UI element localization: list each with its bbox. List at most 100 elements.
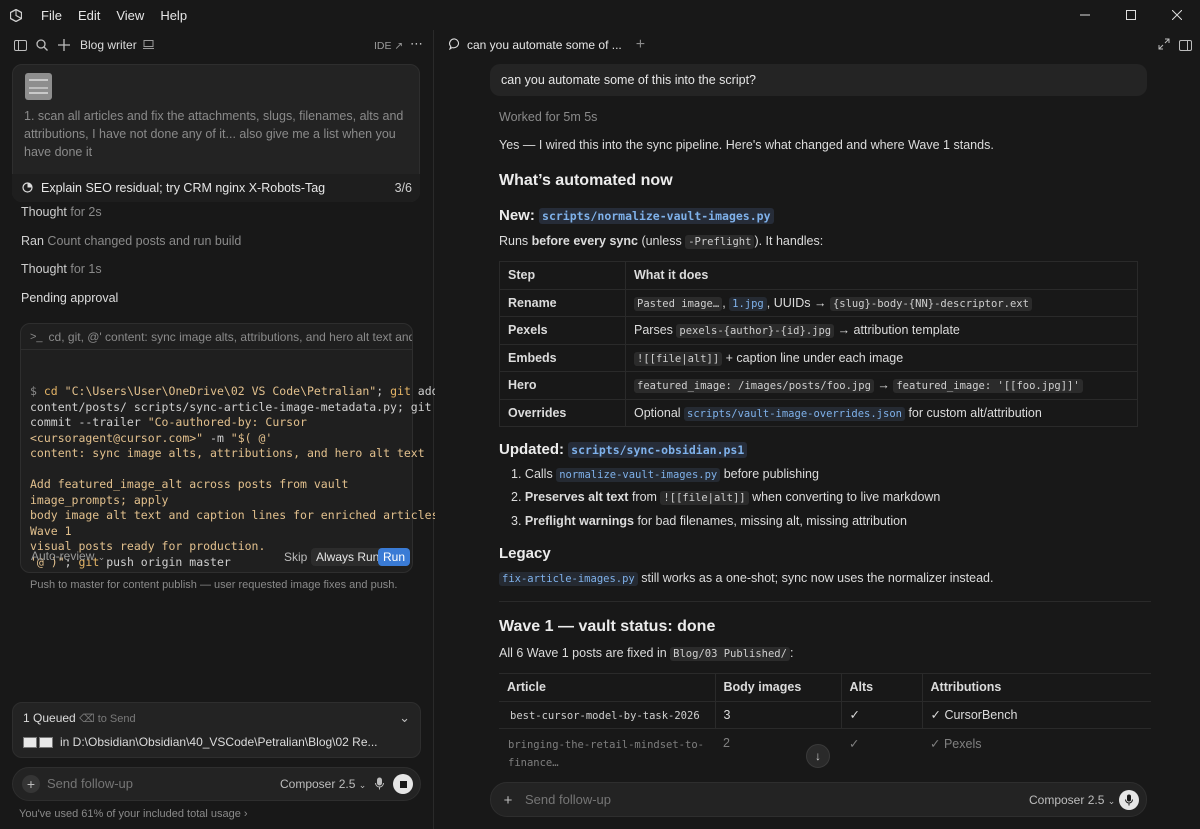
user-message-text: 1. scan all articles and fix the attachm… — [24, 109, 404, 159]
menu-edit[interactable]: Edit — [70, 8, 108, 23]
chat-tab[interactable]: can you automate some of ... — [443, 30, 628, 60]
worked-duration[interactable]: Worked for 5m 5s — [499, 110, 597, 124]
list-code: ![[file|alt]] — [660, 491, 749, 505]
toggle-sidebar-icon[interactable] — [10, 35, 30, 55]
table-cell: Rename — [499, 289, 626, 317]
table-cell: ![[file|alt]] + caption line under each … — [625, 344, 1138, 372]
maximize-button[interactable] — [1108, 0, 1154, 30]
search-icon[interactable] — [32, 35, 52, 55]
attachment-thumbnail — [23, 736, 37, 748]
followup-input[interactable] — [47, 776, 247, 791]
queued-path: in D:\Obsidian\Obsidian\40_VSCode\Petral… — [60, 735, 378, 749]
usage-notice[interactable]: You've used 61% of your included total u… — [19, 808, 248, 820]
legacy-text: still works as a one-shot; sync now uses… — [637, 571, 994, 585]
expand-icon[interactable] — [1158, 38, 1170, 53]
article-slug: bringing-the-retail-mindset-to-finance… — [508, 739, 704, 769]
archive-icon[interactable] — [139, 35, 159, 55]
table-header: Attributions — [922, 673, 1151, 702]
step-detail: for 1s — [70, 262, 102, 276]
command-summary: cd, git, @' content: sync image alts, at… — [48, 329, 412, 344]
menu-file[interactable]: File — [33, 8, 70, 23]
legacy-paragraph: fix-article-images.py still works as a o… — [499, 569, 993, 588]
add-context-plus-icon[interactable]: + — [499, 791, 517, 809]
model-selector[interactable]: Composer 2.5 ⌄ — [1029, 793, 1115, 807]
step-thought-1[interactable]: Thought for 2s — [21, 205, 102, 219]
step-detail: Count changed posts and run build — [47, 234, 242, 248]
queued-count: 1 Queued ⌫ to Send — [23, 711, 136, 725]
wave-table: Article Body images Alts Attributions best-… — [499, 673, 1151, 729]
new-chat-plus-icon[interactable] — [54, 35, 74, 55]
heading-updated-label: Updated: — [499, 441, 564, 458]
task-row[interactable]: Explain SEO residual; try CRM nginx X-Ro… — [12, 174, 420, 202]
always-run-button[interactable]: Always Run — [311, 548, 385, 566]
send-hint: ⌫ to Send — [79, 713, 136, 725]
sidebar-header: Blog writer IDE ↗ ⋯ — [0, 30, 433, 60]
heading-legacy: Legacy — [499, 545, 551, 562]
menu-help[interactable]: Help — [152, 8, 195, 23]
table-cell: Embeds — [499, 344, 626, 372]
followup-composer: + Composer 2.5 ⌄ — [12, 767, 421, 801]
divider — [499, 601, 1151, 602]
step-verb: Thought — [21, 262, 67, 276]
chat-bubble-icon — [449, 37, 461, 53]
table-cell: ✓ — [841, 701, 923, 729]
to-send-label: to Send — [97, 713, 136, 725]
queued-card[interactable]: 1 Queued ⌫ to Send ⌄ in D:\Obsidian\Obsi… — [12, 702, 421, 758]
chevron-down-icon: ⌄ — [1107, 796, 1116, 806]
wave-text: : — [789, 646, 794, 660]
table-header: Alts — [841, 673, 923, 702]
command-code-block: $ cd "C:\Users\User\OneDrive\02 VS Code\… — [30, 384, 446, 569]
table-cell: 3 — [715, 701, 842, 729]
more-options-icon[interactable]: ⋯ — [410, 36, 423, 52]
step-detail: for 2s — [70, 205, 102, 219]
followup-input[interactable] — [525, 792, 825, 807]
menu-view[interactable]: View — [108, 8, 152, 23]
table-cell: ✓ CursorBench — [922, 701, 1151, 729]
stop-icon — [399, 780, 407, 788]
followup-composer: + Composer 2.5 ⌄ — [490, 782, 1147, 817]
step-thought-2[interactable]: Thought for 1s — [21, 262, 102, 276]
wave-code: Blog/03 Published/ — [670, 647, 790, 661]
skip-button[interactable]: Skip — [279, 548, 312, 566]
title-bar: File Edit View Help — [0, 0, 1200, 30]
add-context-plus-icon[interactable]: + — [22, 775, 40, 793]
model-selector[interactable]: Composer 2.5 ⌄ — [280, 777, 366, 791]
chevron-down-icon: ⌄ — [97, 552, 106, 562]
heading-new: New: scripts/normalize-vault-images.py — [499, 207, 774, 224]
new-tab-plus-icon[interactable]: + — [636, 36, 645, 54]
table-cell: 2 — [723, 736, 730, 750]
microphone-button[interactable] — [1119, 790, 1139, 810]
list-item: 2. Preserves alt text from ![[file|alt]]… — [511, 488, 940, 507]
chat-title: Blog writer — [80, 38, 137, 52]
heading-wave: Wave 1 — vault status: done — [499, 618, 716, 635]
minimize-button[interactable] — [1062, 0, 1108, 30]
list-item: 3. Preflight warnings for bad filenames,… — [511, 512, 907, 530]
table-header: Step — [499, 261, 626, 290]
run-button[interactable]: Run — [378, 548, 411, 566]
auto-review-dropdown[interactable]: Auto-review ⌄ — [31, 549, 105, 563]
scroll-down-arrow-icon[interactable]: ↓ — [806, 744, 830, 768]
step-verb: Thought — [21, 205, 67, 219]
ide-link[interactable]: IDE ↗ — [374, 40, 403, 52]
runs-bold: before every sync — [531, 234, 638, 248]
usage-text: You've used 61% of your included total u… — [19, 808, 241, 820]
user-message-bubble[interactable]: can you automate some of this into the s… — [490, 64, 1147, 96]
close-window-button[interactable] — [1154, 0, 1200, 30]
runs-paragraph: Runs before every sync (unless -Prefligh… — [499, 232, 823, 251]
tab-title: can you automate some of ... — [467, 38, 622, 52]
queued-label: 1 Queued — [23, 711, 76, 725]
runs-text: (unless — [637, 234, 686, 248]
list-number: 3. — [511, 514, 522, 528]
wave-text: All 6 Wave 1 posts are fixed in — [499, 646, 671, 660]
list-number: 1. — [511, 467, 522, 481]
table-cell: Optional scripts/vault-image-overrides.j… — [625, 399, 1138, 427]
chevron-down-icon[interactable]: ⌄ — [399, 710, 410, 726]
table-cell: best-cursor-model-by-task-2026 — [499, 701, 716, 729]
list-text: when converting to live markdown — [748, 490, 941, 504]
attachment-thumbnail[interactable] — [25, 73, 52, 100]
toggle-panel-icon[interactable] — [1179, 39, 1192, 54]
stop-button[interactable] — [393, 774, 413, 794]
microphone-icon[interactable] — [375, 777, 384, 793]
article-slug: best-cursor-model-by-task-2026 — [510, 709, 700, 722]
step-ran[interactable]: Ran Count changed posts and run build — [21, 234, 241, 248]
